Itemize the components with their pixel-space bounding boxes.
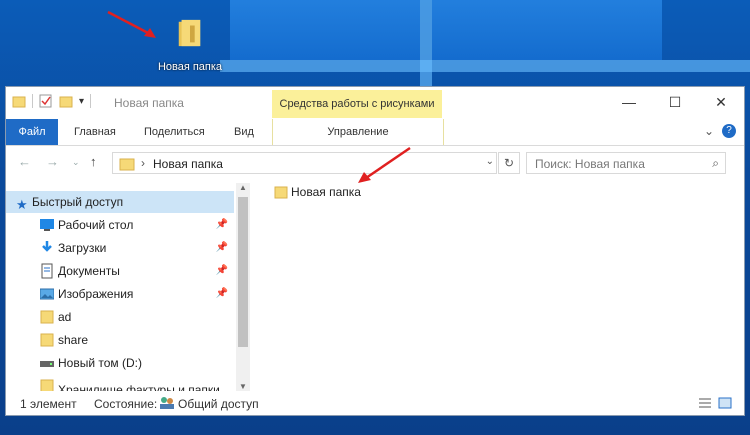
pictures-icon xyxy=(40,288,54,300)
customize-toolbar-icon[interactable]: ▾ xyxy=(79,96,84,107)
folder-icon xyxy=(40,333,54,347)
nav-item-drive-d[interactable]: Новый том (D:) xyxy=(6,352,234,374)
documents-icon xyxy=(41,263,53,279)
chevron-down-icon[interactable]: ⌄ xyxy=(486,156,494,167)
nav-item-desktop[interactable]: Рабочий стол 📌 xyxy=(6,214,234,236)
tab-home[interactable]: Главная xyxy=(64,119,126,145)
folder-icon xyxy=(178,19,201,47)
chevron-right-icon[interactable]: › xyxy=(141,156,145,170)
minimize-icon[interactable]: — xyxy=(606,87,652,117)
window-logo-beam xyxy=(220,60,750,72)
folder-icon[interactable] xyxy=(12,94,26,108)
nav-item-quick-access[interactable]: ★ Быстрый доступ xyxy=(6,191,234,213)
recent-dropdown-icon[interactable]: ⌄ xyxy=(72,157,80,168)
search-icon: ⌕ xyxy=(712,156,719,170)
title-bar: ▾ Новая папка Средства работы с рисункам… xyxy=(6,87,744,119)
star-icon: ★ xyxy=(16,197,28,212)
forward-arrow-icon[interactable]: → xyxy=(46,154,59,169)
ribbon-tabs: Файл Главная Поделиться Вид Управление ⌄… xyxy=(6,119,744,146)
new-folder-icon[interactable] xyxy=(59,94,73,108)
search-placeholder: Поиск: Новая папка xyxy=(535,157,645,171)
window-logo-pane xyxy=(432,0,662,60)
large-icons-view-icon[interactable] xyxy=(718,396,732,410)
nav-item-label: Новый том (D:) xyxy=(58,356,142,370)
scroll-thumb[interactable] xyxy=(238,197,248,347)
up-arrow-icon[interactable]: ↑ xyxy=(90,154,97,169)
refresh-icon[interactable]: ↻ xyxy=(498,152,520,174)
nav-item-label: ad xyxy=(58,310,72,324)
users-icon xyxy=(160,397,174,409)
view-buttons xyxy=(698,396,732,410)
properties-icon[interactable] xyxy=(39,94,53,108)
nav-scrollbar[interactable]: ▲ ▼ xyxy=(236,183,250,391)
pin-icon[interactable]: 📌 xyxy=(216,260,228,282)
scroll-up-icon[interactable]: ▲ xyxy=(239,183,247,192)
navigation-pane: ★ Быстрый доступ Рабочий стол 📌 Загрузки… xyxy=(6,183,249,391)
nav-item-documents[interactable]: Документы 📌 xyxy=(6,260,234,282)
nav-item-label: Загрузки xyxy=(58,241,107,255)
nav-item-label: share xyxy=(58,333,89,347)
nav-item-partial[interactable]: Хранилище фактуры и папки xyxy=(6,375,234,391)
nav-item-label: Документы xyxy=(58,264,120,278)
window-logo-beam xyxy=(420,0,432,90)
quick-access-toolbar: ▾ xyxy=(12,94,92,108)
nav-item-label: Быстрый доступ xyxy=(32,195,124,209)
folder-icon xyxy=(40,310,54,324)
address-bar[interactable]: › Новая папка ⌄ xyxy=(112,152,497,174)
nav-item-label: Изображения xyxy=(58,287,134,301)
window-title: Новая папка xyxy=(114,96,184,110)
separator xyxy=(32,94,33,108)
desktop-folder-label: Новая папка xyxy=(157,61,223,73)
red-arrow-icon xyxy=(358,146,411,183)
explorer-window: ▾ Новая папка Средства работы с рисункам… xyxy=(5,86,745,416)
close-icon[interactable]: ✕ xyxy=(698,87,744,117)
search-input[interactable]: Поиск: Новая папка ⌕ xyxy=(526,152,726,174)
tab-view[interactable]: Вид xyxy=(224,119,264,145)
separator xyxy=(90,94,92,108)
ribbon-right-controls: ⌄ ? xyxy=(704,124,736,138)
nav-item-downloads[interactable]: Загрузки 📌 xyxy=(6,237,234,259)
status-bar: 1 элемент Состояние: Общий доступ xyxy=(6,393,744,415)
nav-item-label: Хранилище фактуры и папки xyxy=(58,383,220,391)
scroll-down-icon[interactable]: ▼ xyxy=(239,382,247,391)
back-arrow-icon[interactable]: ← xyxy=(18,154,31,169)
drive-icon xyxy=(40,361,54,367)
nav-item-ad[interactable]: ad xyxy=(6,306,234,328)
nav-item-label: Рабочий стол xyxy=(58,218,134,232)
maximize-icon[interactable]: ☐ xyxy=(652,87,698,117)
pin-icon[interactable]: 📌 xyxy=(216,237,228,259)
desktop-folder-icon[interactable]: Новая папка xyxy=(150,18,230,73)
desktop-icon xyxy=(40,219,54,231)
item-count: 1 элемент xyxy=(20,397,77,411)
tab-share[interactable]: Поделиться xyxy=(134,119,215,145)
address-path: Новая папка xyxy=(153,157,223,171)
folder-icon xyxy=(119,158,135,171)
folder-icon xyxy=(40,379,54,391)
help-icon[interactable]: ? xyxy=(722,124,736,138)
share-status: Общий доступ xyxy=(178,397,259,411)
details-view-icon[interactable] xyxy=(698,396,712,410)
tab-manage[interactable]: Управление xyxy=(272,119,444,145)
expand-ribbon-icon[interactable]: ⌄ xyxy=(704,124,714,138)
content-pane: Новая папка xyxy=(266,183,736,391)
pin-icon[interactable]: 📌 xyxy=(216,283,228,305)
pin-icon[interactable]: 📌 xyxy=(216,214,228,236)
download-icon xyxy=(42,241,52,252)
nav-item-share[interactable]: share xyxy=(6,329,234,351)
tab-file[interactable]: Файл xyxy=(6,119,58,145)
nav-item-pictures[interactable]: Изображения 📌 xyxy=(6,283,234,305)
folder-icon xyxy=(274,186,288,199)
picture-tools-context-tab: Средства работы с рисунками xyxy=(272,90,442,118)
window-logo-pane xyxy=(230,0,420,60)
window-controls: — ☐ ✕ xyxy=(606,87,744,117)
state-label: Состояние: xyxy=(94,397,158,411)
